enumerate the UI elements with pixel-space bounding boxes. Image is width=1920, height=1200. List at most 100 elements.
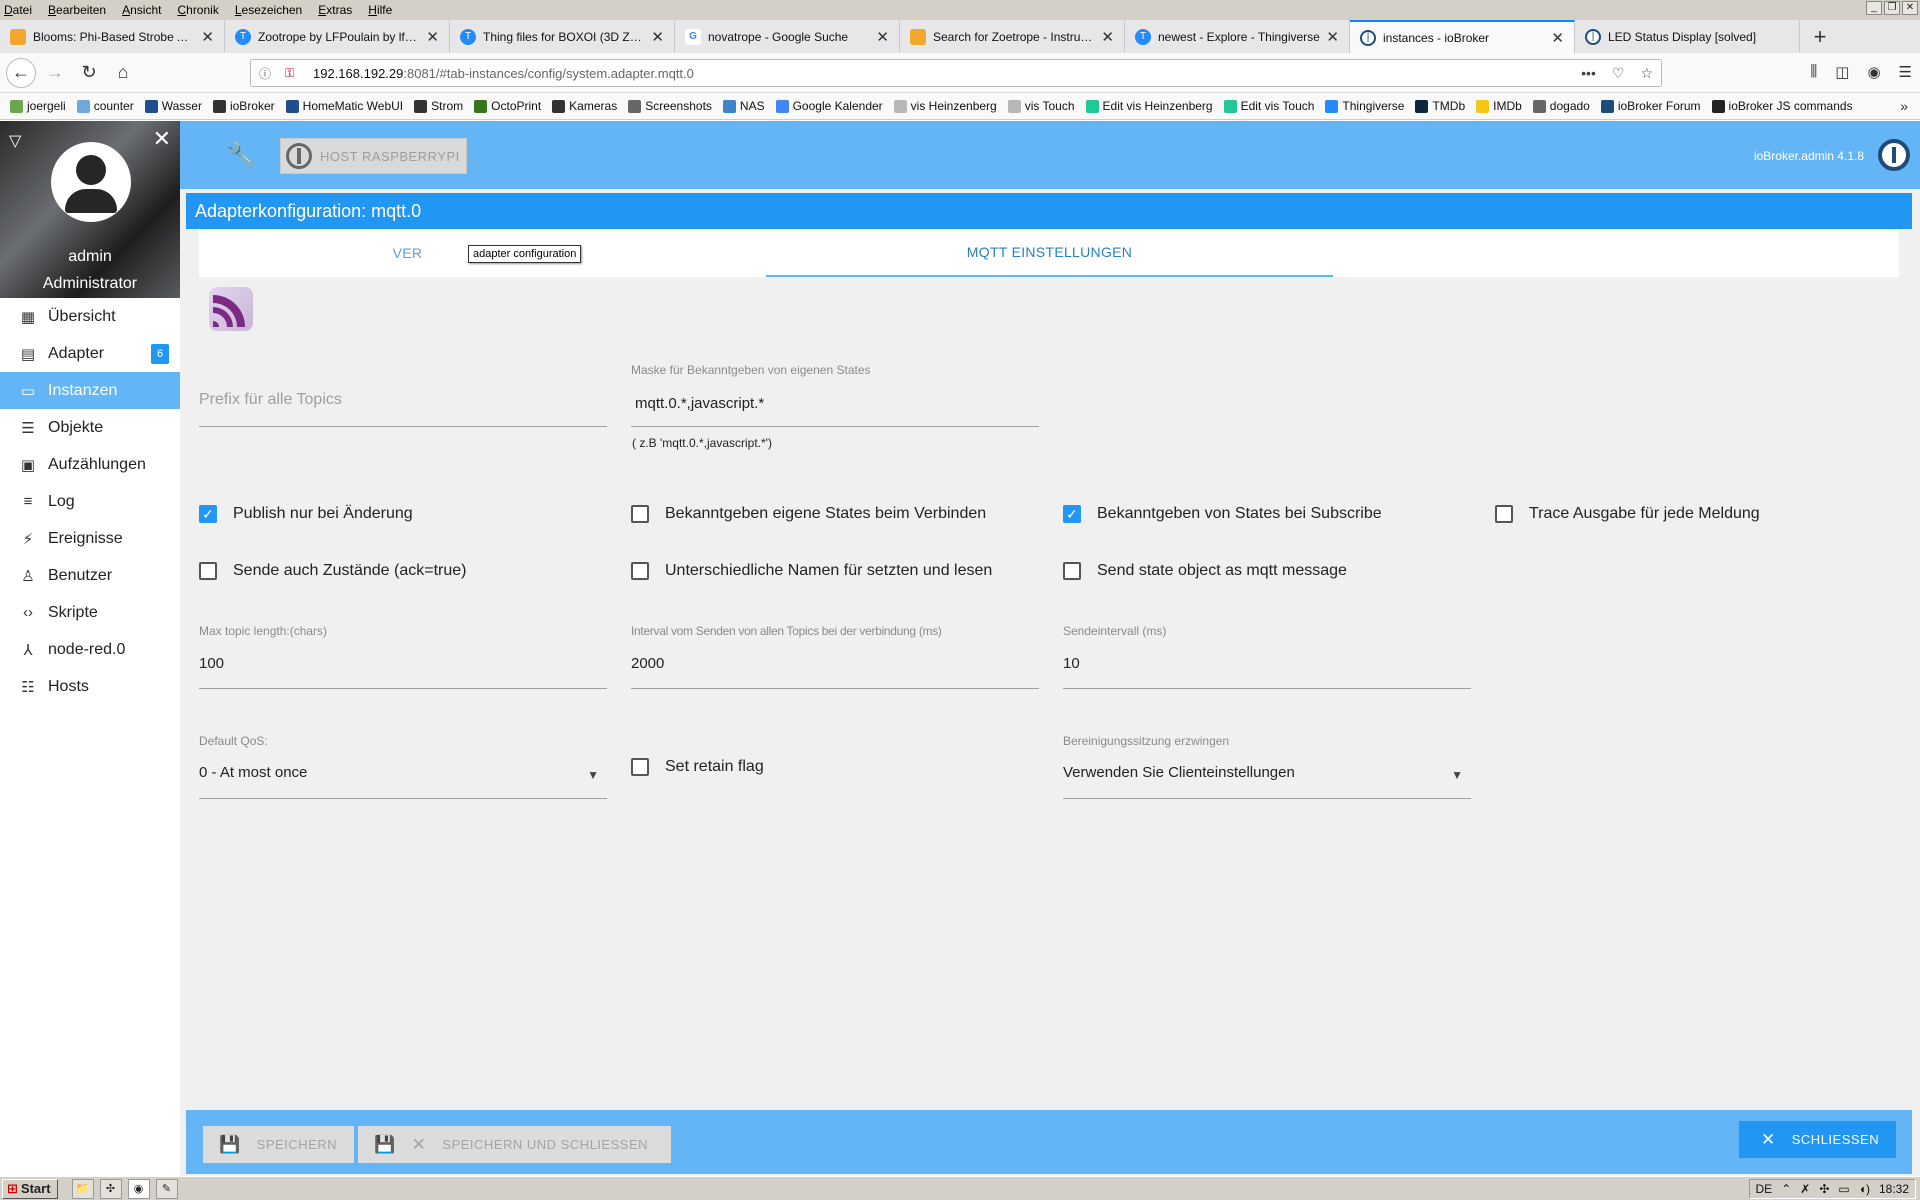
sidebar-item-benutzer[interactable]: ♙ Benutzer: [0, 557, 180, 594]
tool-icon[interactable]: ✣: [99, 1178, 122, 1199]
browser-tab[interactable]: Gnovatrope - Google Suche ✕: [675, 20, 900, 53]
browser-tab[interactable]: Blooms: Phi-Based Strobe Animation ✕: [0, 20, 225, 53]
save-button[interactable]: 💾 SPEICHERN: [203, 1126, 354, 1163]
notepad-icon[interactable]: ✎: [155, 1178, 178, 1199]
sidebar-item-ereignisse[interactable]: ⚡ Ereignisse: [0, 520, 180, 557]
menu-lesezeichen[interactable]: Lesezeichen: [235, 3, 302, 17]
restore-icon[interactable]: ❐: [1884, 1, 1900, 15]
checkbox-retain-flag[interactable]: Set retain flag: [631, 758, 764, 776]
start-button[interactable]: ⊞ Start: [2, 1178, 58, 1199]
clean-session-select[interactable]: Bereinigungssitzung erzwingen Verwenden …: [1063, 734, 1471, 799]
tray-arrow-icon[interactable]: ⌃: [1781, 1182, 1791, 1196]
sidebar-item-hosts[interactable]: ☷ Hosts: [0, 668, 180, 705]
home-icon[interactable]: ⌂: [108, 58, 138, 88]
menu-bearbeiten[interactable]: Bearbeiten: [48, 3, 106, 17]
sidebar-item-skripte[interactable]: ‹› Skripte: [0, 594, 180, 631]
new-tab-icon[interactable]: +: [1800, 20, 1840, 53]
close-tab-icon[interactable]: ✕: [1101, 28, 1114, 46]
bookmark-item[interactable]: joergeli: [10, 99, 66, 113]
bookmark-item[interactable]: Edit vis Touch: [1223, 99, 1314, 113]
info-icon[interactable]: ⓘ: [259, 65, 277, 82]
close-tab-icon[interactable]: ✕: [651, 28, 664, 46]
checkbox-publish-on-subscribe[interactable]: ✓ Bekanntgeben von States bei Subscribe: [1063, 505, 1382, 523]
url-bar[interactable]: ⓘ ⚿ 192.168.192.29:8081/#tab-instances/c…: [250, 59, 1662, 87]
default-qos-select[interactable]: Default QoS: 0 - At most once ▼: [199, 734, 607, 799]
save-and-close-button[interactable]: 💾 ✕ SPEICHERN UND SCHLIESSEN: [358, 1126, 671, 1163]
bookmark-item[interactable]: ioBroker Forum: [1600, 99, 1701, 113]
checkbox-publish-own-on-connect[interactable]: Bekanntgeben eigene States beim Verbinde…: [631, 505, 986, 523]
close-tab-icon[interactable]: ✕: [1326, 28, 1339, 46]
tray-settings-icon[interactable]: ✣: [1819, 1182, 1829, 1196]
bookmark-item[interactable]: vis Touch: [1007, 99, 1075, 113]
sidebar-item-log[interactable]: ≡ Log: [0, 483, 180, 520]
bookmark-item[interactable]: NAS: [722, 99, 765, 113]
sidebar-item-adapter[interactable]: ▤ Adapter 6: [0, 335, 180, 372]
checkbox-different-names[interactable]: Unterschiedliche Namen für setzten und l…: [631, 562, 992, 580]
clock[interactable]: 18:32: [1879, 1182, 1909, 1196]
minimize-icon[interactable]: _: [1866, 1, 1882, 15]
page-actions-icon[interactable]: •••: [1581, 65, 1596, 82]
more-bookmarks-icon[interactable]: »: [1900, 98, 1908, 114]
menu-ansicht[interactable]: Ansicht: [122, 3, 161, 17]
bookmark-item[interactable]: vis Heinzenberg: [893, 99, 997, 113]
menu-extras[interactable]: Extras: [318, 3, 352, 17]
sidebar-item-instanzen[interactable]: ▭ Instanzen: [0, 372, 180, 409]
bookmark-star-icon[interactable]: ☆: [1640, 65, 1653, 82]
checkbox-send-ack-true[interactable]: Sende auch Zustände (ack=true): [199, 562, 466, 580]
reload-icon[interactable]: ↻: [74, 58, 104, 88]
checkbox-publish-on-change[interactable]: ✓ Publish nur bei Änderung: [199, 505, 413, 523]
close-button[interactable]: ✕ SCHLIESSEN: [1739, 1121, 1896, 1158]
connect-interval-field[interactable]: Interval vom Senden von allen Topics bei…: [631, 624, 1039, 689]
tray-app-icon[interactable]: ✗: [1800, 1182, 1810, 1196]
sidebar-toggle-icon[interactable]: ◫: [1835, 63, 1849, 81]
tab-mqtt-settings[interactable]: MQTT EINSTELLUNGEN: [766, 229, 1333, 277]
checkbox-trace-output[interactable]: Trace Ausgabe für jede Meldung: [1495, 505, 1760, 523]
library-icon[interactable]: ⫼: [1810, 63, 1817, 81]
forward-icon[interactable]: →: [40, 58, 70, 88]
bookmark-item[interactable]: Thingiverse: [1325, 99, 1404, 113]
bookmark-item[interactable]: HomeMatic WebUI: [285, 99, 403, 113]
browser-tab[interactable]: | instances - ioBroker ✕: [1350, 20, 1575, 53]
close-tab-icon[interactable]: ✕: [201, 28, 214, 46]
menu-hilfe[interactable]: Hilfe: [368, 3, 392, 17]
volume-icon[interactable]: ◖): [1859, 1182, 1870, 1196]
sidebar-item-übersicht[interactable]: ▦ Übersicht: [0, 298, 180, 335]
close-sidebar-icon[interactable]: ✕: [153, 126, 171, 152]
bookmark-item[interactable]: Wasser: [144, 99, 202, 113]
explorer-icon[interactable]: 📁: [71, 1178, 94, 1199]
browser-tab[interactable]: T Thing files for BOXOI (3D Zoetrope) ✕: [450, 20, 675, 53]
pocket-icon[interactable]: ♡: [1612, 65, 1625, 82]
bookmark-item[interactable]: counter: [76, 99, 134, 113]
close-tab-icon[interactable]: ✕: [876, 28, 889, 46]
menu-datei[interactable]: Datei: [4, 3, 32, 17]
menu-chronik[interactable]: Chronik: [177, 3, 218, 17]
browser-tab[interactable]: Tnewest - Explore - Thingiverse ✕: [1125, 20, 1350, 53]
bookmark-item[interactable]: Kameras: [552, 99, 617, 113]
bookmark-item[interactable]: dogado: [1532, 99, 1590, 113]
bookmark-item[interactable]: IMDb: [1476, 99, 1522, 113]
firefox-icon[interactable]: ◉: [127, 1178, 150, 1199]
close-tab-icon[interactable]: ✕: [426, 28, 439, 46]
mask-field[interactable]: Maske für Bekanntgeben von eigenen State…: [631, 363, 1039, 453]
wrench-icon[interactable]: 🔧: [226, 141, 256, 170]
account-icon[interactable]: ◉: [1867, 63, 1880, 81]
close-tab-icon[interactable]: ✕: [1551, 29, 1564, 47]
sidebar-item-objekte[interactable]: ☰ Objekte: [0, 409, 180, 446]
triangle-menu-icon[interactable]: ▽: [9, 131, 21, 151]
bookmark-item[interactable]: Screenshots: [628, 99, 712, 113]
bookmark-item[interactable]: Strom: [414, 99, 463, 113]
bookmark-item[interactable]: ioBroker JS commands: [1711, 99, 1853, 113]
bookmark-item[interactable]: ioBroker: [212, 99, 275, 113]
sidebar-item-aufzählungen[interactable]: ▣ Aufzählungen: [0, 446, 180, 483]
sidebar-item-node-red-0[interactable]: ⅄ node-red.0: [0, 631, 180, 668]
max-topic-length-field[interactable]: Max topic length:(chars) 100: [199, 624, 607, 689]
close-window-icon[interactable]: ✕: [1902, 1, 1918, 15]
browser-tab[interactable]: | LED Status Display [solved]: [1575, 20, 1800, 53]
bookmark-item[interactable]: Google Kalender: [775, 99, 883, 113]
browser-tab[interactable]: Search for Zoetrope - Instructables ✕: [900, 20, 1125, 53]
bookmark-item[interactable]: Edit vis Heinzenberg: [1085, 99, 1213, 113]
prefix-field[interactable]: Prefix für alle Topics: [199, 383, 607, 447]
checkbox-send-state-object[interactable]: Send state object as mqtt message: [1063, 562, 1347, 580]
hamburger-menu-icon[interactable]: ☰: [1899, 63, 1912, 81]
bookmark-item[interactable]: TMDb: [1415, 99, 1465, 113]
